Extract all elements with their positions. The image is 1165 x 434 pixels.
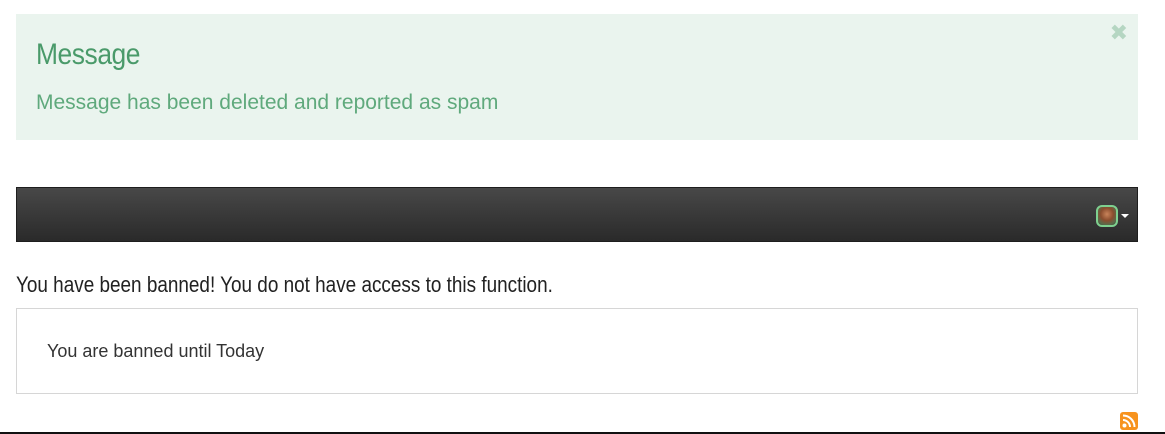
- avatar[interactable]: [1096, 205, 1118, 227]
- rss-icon[interactable]: [1120, 412, 1138, 430]
- caret-down-icon[interactable]: [1121, 214, 1129, 218]
- ban-info-panel: You are banned until Today: [16, 308, 1138, 394]
- close-icon[interactable]: ✖: [1110, 22, 1128, 44]
- navbar: [16, 187, 1138, 242]
- alert-title: Message: [36, 38, 141, 71]
- user-menu-dropdown[interactable]: [1096, 203, 1129, 229]
- success-alert: Message Message has been deleted and rep…: [16, 14, 1138, 140]
- alert-message: Message has been deleted and reported as…: [36, 91, 499, 114]
- ban-until-text: You are banned until Today: [47, 341, 265, 361]
- page: Message Message has been deleted and rep…: [0, 0, 1165, 434]
- ban-heading: You have been banned! You do not have ac…: [16, 272, 553, 297]
